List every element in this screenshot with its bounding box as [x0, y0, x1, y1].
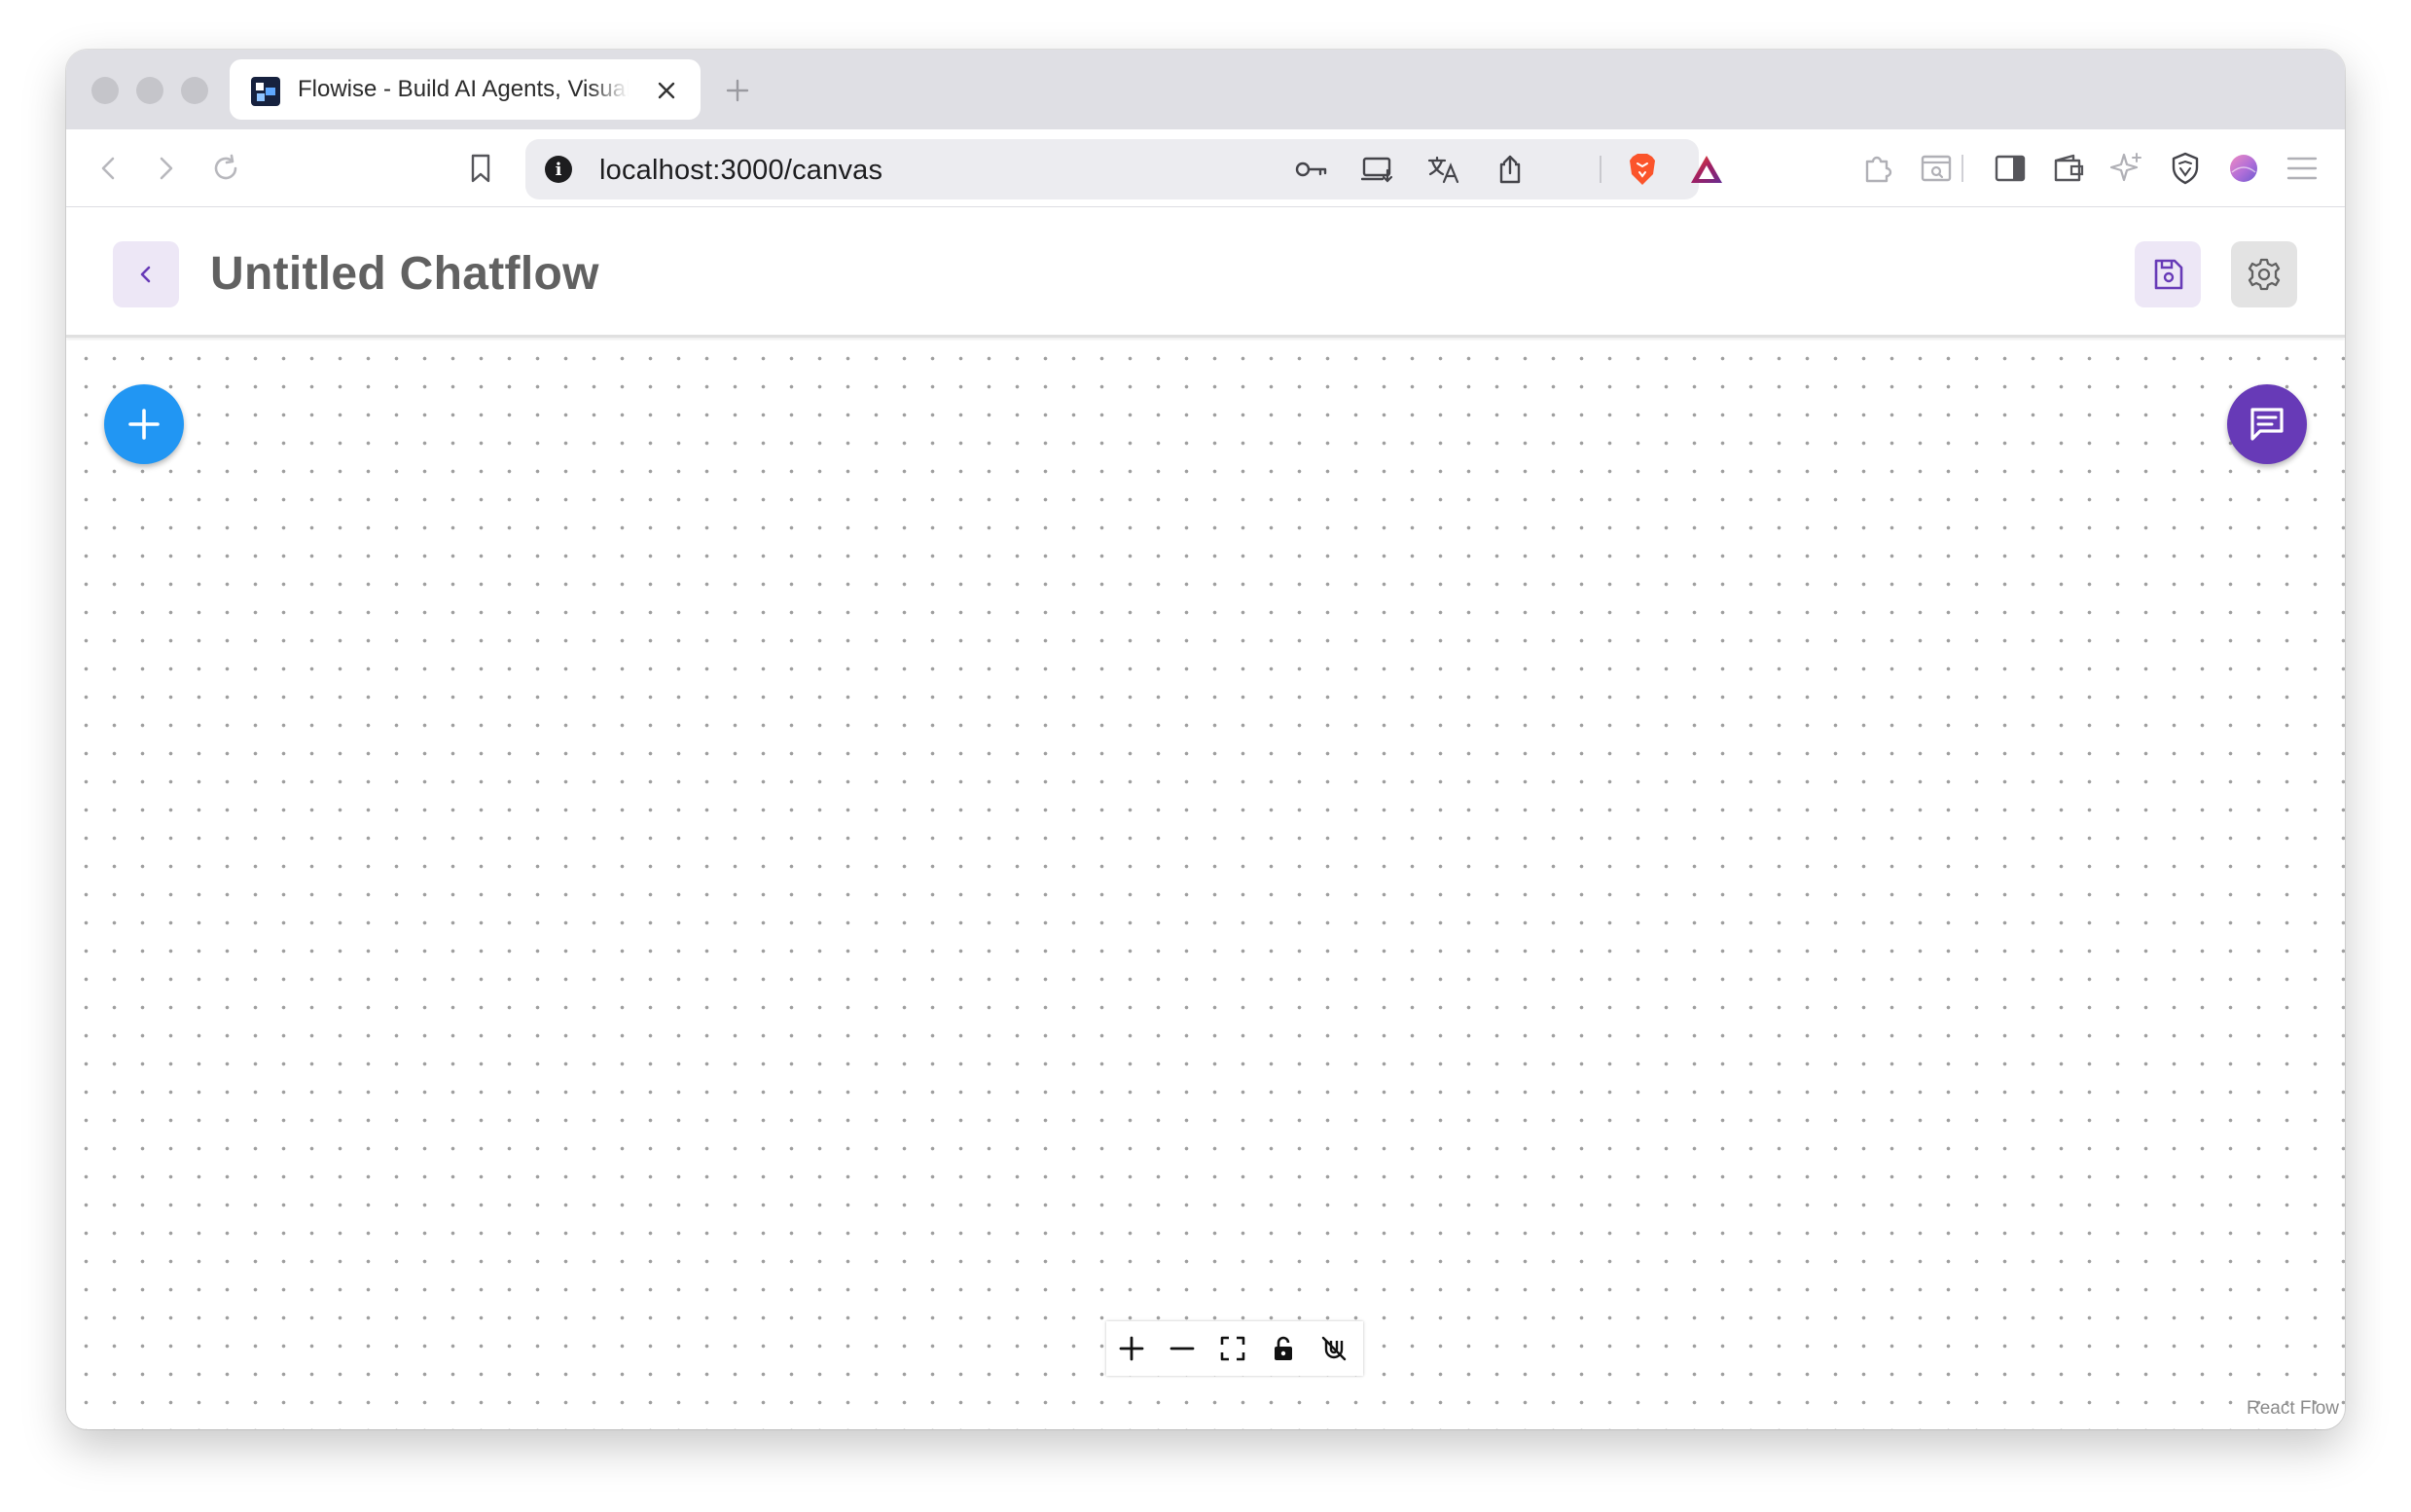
- fit-view-icon: [1220, 1336, 1245, 1361]
- vpn-shield-icon[interactable]: [2166, 149, 2205, 188]
- plus-icon: [128, 409, 160, 440]
- bookmark-icon[interactable]: [461, 149, 500, 188]
- zoom-window-button[interactable]: [181, 77, 208, 104]
- zoom-in-icon: [1119, 1336, 1144, 1361]
- chat-bubble-icon: [2250, 408, 2284, 441]
- floppy-disk-icon: [2154, 259, 2183, 290]
- settings-button[interactable]: [2231, 241, 2297, 307]
- canvas-header: Untitled Chatflow: [66, 208, 2345, 338]
- tab-strip: Flowise - Build AI Agents, Visually: [66, 50, 2345, 129]
- menu-icon[interactable]: [2283, 149, 2321, 188]
- open-chat-button[interactable]: [2227, 384, 2307, 464]
- chevron-left-icon: [140, 266, 151, 283]
- gear-icon: [2248, 258, 2281, 291]
- browser-tab-active[interactable]: Flowise - Build AI Agents, Visually: [230, 59, 701, 120]
- address-bar[interactable]: i localhost:3000/canvas: [525, 139, 1722, 199]
- back-button[interactable]: [113, 241, 179, 307]
- fit-view-button[interactable]: [1207, 1321, 1258, 1376]
- screenshot-icon[interactable]: [1917, 149, 1956, 188]
- leo-ai-icon[interactable]: [2107, 149, 2146, 188]
- react-flow-attribution[interactable]: React Flow: [2247, 1398, 2339, 1420]
- page-title[interactable]: Untitled Chatflow: [210, 247, 599, 301]
- add-node-button[interactable]: [104, 384, 184, 464]
- brave-shields-icon[interactable]: [1623, 150, 1662, 189]
- extensions-puzzle-icon[interactable]: [1858, 149, 1897, 188]
- browser-window: Flowise - Build AI Agents, Visually i lo…: [66, 50, 2345, 1429]
- profile-avatar-icon[interactable]: [2224, 149, 2263, 188]
- brave-rewards-icon[interactable]: [1687, 150, 1726, 189]
- share-icon[interactable]: [1491, 150, 1529, 189]
- flowise-logo-icon: [251, 77, 280, 106]
- key-icon[interactable]: [1292, 150, 1331, 189]
- install-app-icon[interactable]: [1358, 150, 1397, 189]
- back-arrow-icon[interactable]: [90, 149, 128, 188]
- save-chatflow-button[interactable]: [2135, 241, 2201, 307]
- magnet-off-icon: [1321, 1336, 1347, 1361]
- minimize-window-button[interactable]: [136, 77, 163, 104]
- zoom-out-button[interactable]: [1157, 1321, 1207, 1376]
- flow-controls: [1106, 1321, 1363, 1376]
- toolbar-separator: [1961, 155, 1963, 182]
- lock-icon: [1275, 1336, 1292, 1360]
- translate-icon[interactable]: [1424, 150, 1463, 189]
- wallet-icon[interactable]: [2049, 149, 2088, 188]
- browser-toolbar: i localhost:3000/canvas: [66, 129, 2345, 207]
- lock-button[interactable]: [1258, 1321, 1309, 1376]
- url-text[interactable]: localhost:3000/canvas: [599, 155, 882, 187]
- url-bar-separator: [1600, 156, 1601, 183]
- snap-to-grid-button[interactable]: [1309, 1321, 1359, 1376]
- close-icon[interactable]: [654, 78, 679, 103]
- zoom-in-button[interactable]: [1106, 1321, 1157, 1376]
- sidebar-icon[interactable]: [1991, 149, 2030, 188]
- new-tab-icon[interactable]: [724, 77, 751, 104]
- flow-canvas[interactable]: React Flow: [66, 341, 2345, 1429]
- forward-arrow-icon[interactable]: [146, 149, 185, 188]
- info-icon[interactable]: i: [545, 156, 572, 183]
- close-window-button[interactable]: [91, 77, 119, 104]
- tab-title: Flowise - Build AI Agents, Visually: [298, 76, 629, 102]
- zoom-out-icon: [1170, 1347, 1195, 1350]
- reload-icon[interactable]: [206, 149, 245, 188]
